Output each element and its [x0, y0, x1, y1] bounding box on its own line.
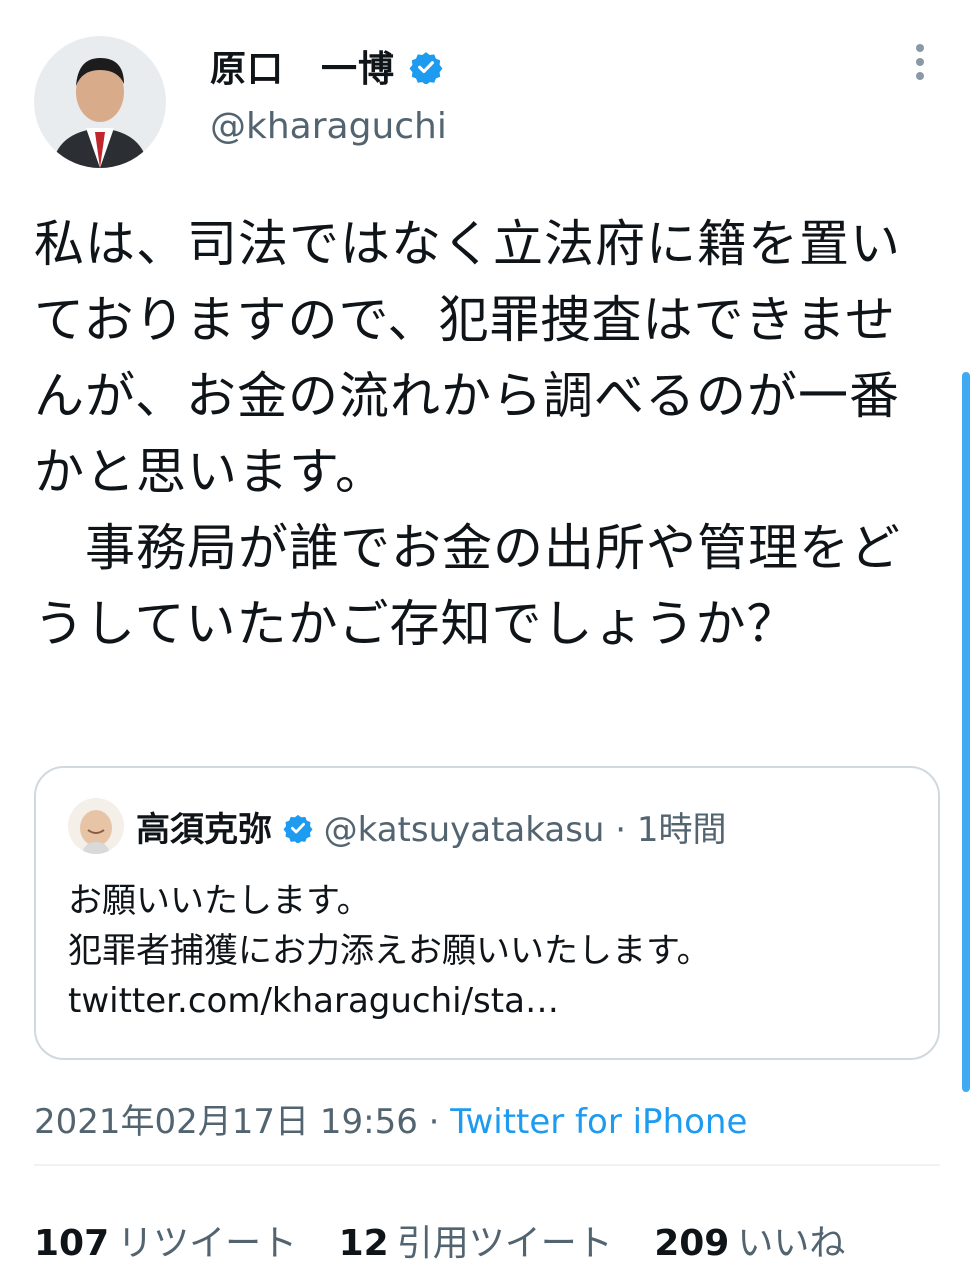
avatar-portrait: [34, 36, 166, 168]
quoted-author-handle: @katsuyatakasu: [323, 810, 605, 850]
tweet-text: 私は、司法ではなく立法府に籍を置いておりますので、犯罪捜査はできませんが、お金の…: [34, 215, 901, 653]
retweets-stat[interactable]: 107 リツイート: [34, 1214, 297, 1266]
tweet-timestamp[interactable]: 2021年02月17日 19:56: [34, 1102, 418, 1142]
author-handle[interactable]: @kharaguchi: [210, 106, 447, 147]
quoted-author-avatar: [68, 798, 124, 854]
tweet-source-link[interactable]: Twitter for iPhone: [450, 1102, 747, 1142]
quoted-tweet-text: お願いいたします。犯罪者捕獲にお力添えお願いいたします。 twitter.com/…: [68, 876, 928, 1026]
likes-label: いいね: [737, 1223, 846, 1264]
retweets-label: リツイート: [117, 1223, 298, 1264]
retweets-count: 107: [34, 1223, 110, 1264]
timestamp-separator: ·: [428, 1102, 440, 1142]
quoted-author-name: 高須克弥: [136, 810, 272, 850]
more-vertical-icon[interactable]: [904, 40, 936, 84]
quoted-line-2: 犯罪者捕獲にお力添えお願いいたします。: [68, 931, 711, 971]
quoted-tweet-header: 高須克弥 @katsuyatakasu · 1時間: [136, 802, 727, 852]
author-name-text: 原口 一博: [210, 49, 396, 90]
author-avatar[interactable]: [34, 36, 166, 168]
quoted-separator: ·: [615, 810, 627, 850]
divider: [34, 1164, 940, 1166]
likes-stat[interactable]: 209 いいね: [654, 1214, 845, 1266]
quotes-stat[interactable]: 12 引用ツイート: [339, 1214, 613, 1266]
quoted-tweet-time: 1時間: [636, 810, 727, 850]
likes-count: 209: [654, 1223, 730, 1264]
author-display-name[interactable]: 原口 一博: [210, 40, 443, 93]
quoted-line-1: お願いいたします。: [68, 881, 371, 921]
tweet-timestamp-row: 2021年02月17日 19:56 · Twitter for iPhone: [34, 1094, 747, 1143]
scrollbar[interactable]: [962, 372, 970, 1092]
tweet-stats-row: 107 リツイート 12 引用ツイート 209 いいね: [34, 1214, 875, 1266]
quoted-link[interactable]: twitter.com/kharaguchi/sta…: [68, 976, 928, 1026]
quotes-label: 引用ツイート: [396, 1223, 613, 1264]
verified-badge-icon: [283, 812, 313, 852]
verified-badge-icon: [409, 50, 443, 93]
quotes-count: 12: [338, 1223, 389, 1264]
quoted-tweet-card[interactable]: 高須克弥 @katsuyatakasu · 1時間 お願いいたします。犯罪者捕獲…: [34, 766, 940, 1060]
